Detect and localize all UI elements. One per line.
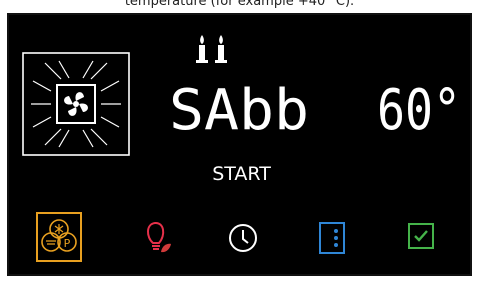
- eco-bulb-icon: [147, 222, 171, 253]
- svg-text:P: P: [64, 237, 71, 250]
- confirm-check-icon: [408, 223, 434, 249]
- caption-text: temperature (for example +40 °C).: [124, 0, 355, 9]
- menu-button[interactable]: [318, 221, 348, 255]
- timer-button[interactable]: [228, 223, 258, 253]
- sabbath-candles-icon: [196, 35, 227, 63]
- temperature-display: 60°: [377, 79, 461, 135]
- svg-text:60°: 60°: [377, 79, 461, 135]
- eco-light-button[interactable]: [143, 221, 173, 255]
- confirm-button[interactable]: [407, 222, 437, 252]
- status-label: START: [212, 163, 271, 185]
- programs-button[interactable]: P: [36, 212, 82, 262]
- preset-programs-icon: P: [36, 212, 82, 262]
- svg-text:SAbb: SAbb: [169, 79, 309, 135]
- program-code-display: SAbb: [169, 79, 309, 135]
- clock-icon: [229, 224, 257, 252]
- oven-control-panel: SAbb 60° START P: [7, 13, 472, 276]
- menu-options-icon: [319, 222, 345, 254]
- fan-oven-icon: [22, 52, 130, 156]
